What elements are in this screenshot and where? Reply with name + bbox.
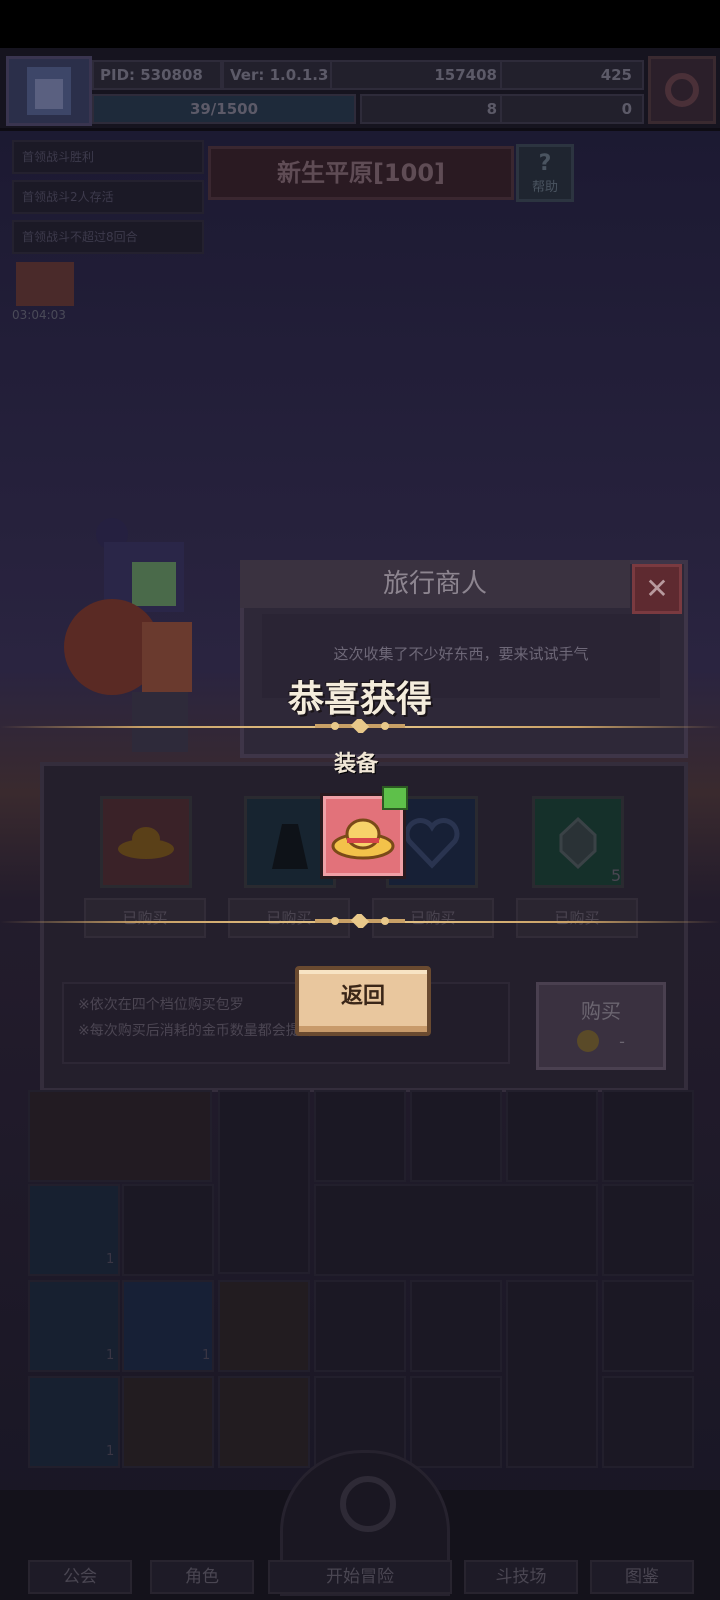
nav-codex[interactable]: 图鉴 <box>590 1560 694 1594</box>
close-icon: ✕ <box>645 572 669 605</box>
nav-character[interactable]: 角色 <box>150 1560 254 1594</box>
item-count: 1 <box>106 1348 115 1363</box>
shop-info-box: ※依次在四个档位购买包罗 ※每次购买后消耗的金币数量都会提升 <box>62 982 510 1064</box>
info-line: ※每次购买后消耗的金币数量都会提升 <box>78 1023 314 1039</box>
quest-item[interactable]: 首领战斗2人存活 <box>12 180 204 214</box>
status-bar <box>0 0 720 48</box>
hat-icon <box>118 827 174 859</box>
inventory-cell[interactable] <box>506 1280 598 1468</box>
inventory-cell[interactable] <box>602 1280 694 1372</box>
inventory-cell[interactable] <box>506 1090 598 1182</box>
slot-status: 已购买 <box>84 898 206 938</box>
quest-item[interactable]: 首领战斗胜利 <box>12 140 204 174</box>
buy-label: 购买 <box>581 999 621 1023</box>
merchant-title: 旅行商人 <box>240 560 630 608</box>
inventory-cell[interactable] <box>218 1090 310 1274</box>
inventory-cell[interactable] <box>314 1090 406 1182</box>
upgrade-badge-icon <box>382 786 408 810</box>
item-count: 1 <box>106 1252 115 1267</box>
buy-button[interactable]: 购买 - <box>536 982 666 1070</box>
inventory-cell[interactable] <box>122 1376 214 1468</box>
gem-counter: 425 <box>500 60 644 90</box>
help-label: 帮助 <box>531 180 558 195</box>
chest-timer: 03:04:03 <box>12 308 66 322</box>
magnifier-icon <box>340 1476 396 1532</box>
return-button[interactable]: 返回 <box>295 966 431 1036</box>
inventory-cell[interactable] <box>28 1090 212 1182</box>
key-counter: 0 <box>500 94 644 124</box>
help-icon: ? <box>538 151 552 176</box>
slot-status: 已购买 <box>516 898 638 938</box>
gold-counter: 157408 <box>330 60 509 90</box>
inventory-cell[interactable] <box>122 1280 214 1372</box>
buy-price: - <box>619 1031 625 1051</box>
inventory-cell[interactable] <box>314 1280 406 1372</box>
stage-name[interactable]: 新生平原[100] <box>208 146 514 200</box>
player-avatar[interactable] <box>6 56 92 126</box>
inventory-cell[interactable] <box>218 1280 310 1372</box>
inventory-cell[interactable] <box>410 1376 502 1468</box>
hero-sprite <box>62 512 212 762</box>
inventory-cell[interactable] <box>218 1376 310 1468</box>
reward-category: 装备 <box>334 752 379 777</box>
nav-guild[interactable]: 公会 <box>28 1560 132 1594</box>
item-count: 1 <box>202 1348 211 1363</box>
version-label: Ver: 1.0.1.3 <box>222 60 332 90</box>
gem-icon <box>559 816 597 870</box>
ornament-icon <box>315 914 405 928</box>
nav-arena[interactable]: 斗技场 <box>464 1560 578 1594</box>
info-line: ※依次在四个档位购买包罗 <box>78 997 244 1013</box>
inventory-cell[interactable] <box>410 1090 502 1182</box>
close-button[interactable]: ✕ <box>632 564 682 614</box>
help-button[interactable]: ? 帮助 <box>516 144 574 202</box>
inventory-cell[interactable] <box>314 1184 598 1276</box>
exp-bar: 39/1500 <box>92 94 356 124</box>
slot-count: 5 <box>611 866 622 885</box>
nav-start-adventure[interactable]: 开始冒险 <box>268 1560 452 1594</box>
inventory-cell[interactable] <box>602 1090 694 1182</box>
inventory-cell[interactable] <box>602 1376 694 1468</box>
item-count: 1 <box>106 1444 115 1459</box>
inventory-cell[interactable] <box>410 1280 502 1372</box>
settings-gear-icon[interactable] <box>648 56 716 124</box>
player-id: PID: 530808 <box>92 60 222 90</box>
quest-item[interactable]: 首领战斗不超过8回合 <box>12 220 204 254</box>
shop-slot-1[interactable] <box>100 796 192 888</box>
chest-icon[interactable] <box>16 262 74 306</box>
reward-title: 恭喜获得 <box>288 679 433 720</box>
coin-icon <box>577 1030 600 1052</box>
inventory-cell[interactable] <box>602 1184 694 1276</box>
clover-counter: 8 <box>360 94 509 124</box>
inventory-cell[interactable] <box>122 1184 214 1276</box>
